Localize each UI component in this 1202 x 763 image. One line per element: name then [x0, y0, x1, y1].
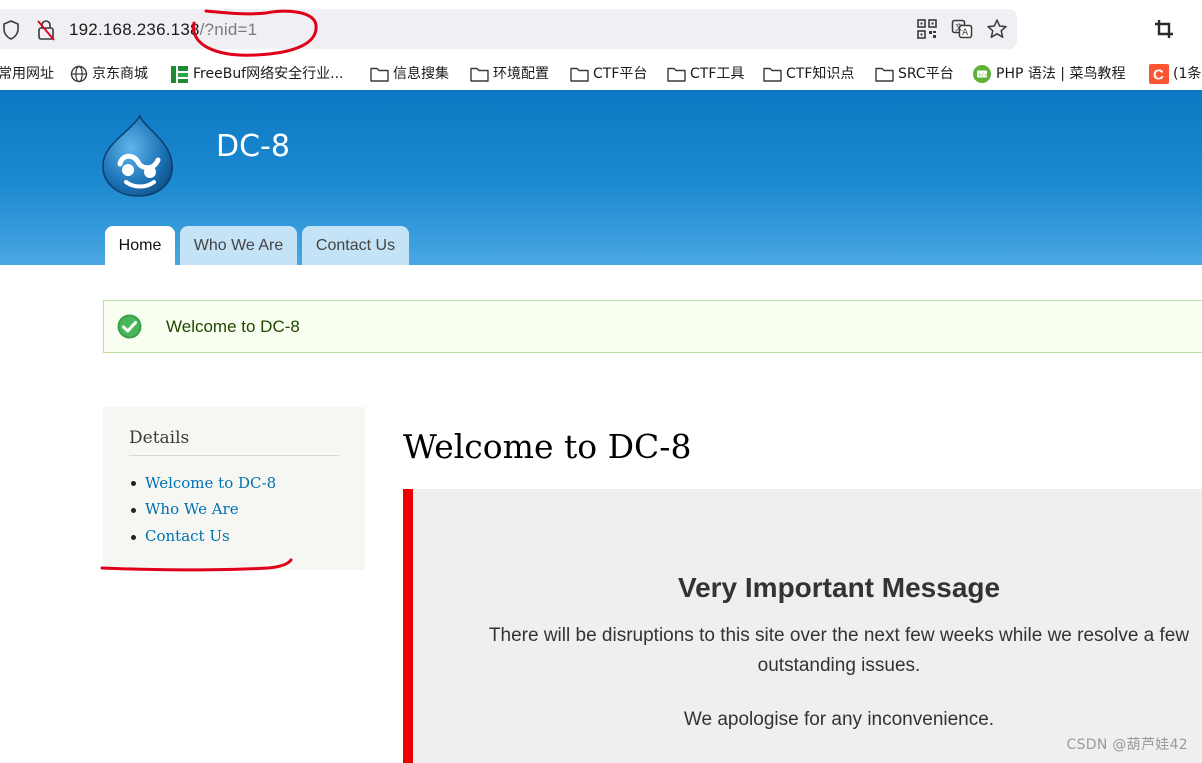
browser-toolbar: 192.168.236.138/?nid=1 文 A	[0, 0, 1202, 58]
bookmark-folder[interactable]: CTF平台	[570, 61, 647, 87]
url-path: /?nid=1	[199, 20, 258, 39]
watermark: CSDN @葫芦娃42	[1066, 737, 1188, 753]
folder-icon	[470, 67, 489, 82]
message-paragraph-line: outstanding issues.	[757, 655, 921, 676]
tab-contact-us[interactable]: Contact Us	[302, 226, 409, 265]
block-title: Details	[129, 426, 339, 456]
folder-icon	[570, 67, 589, 82]
bookmark-item[interactable]: </> PHP 语法 | 菜鸟教程	[972, 61, 1125, 87]
folder-icon	[763, 67, 782, 82]
bookmark-item[interactable]: 京东商城	[70, 61, 148, 87]
bookmark-folder[interactable]: CTF工具	[667, 61, 744, 87]
url-text[interactable]: 192.168.236.138/?nid=1	[69, 18, 257, 42]
translate-icon[interactable]: 文 A	[951, 18, 973, 40]
bookmark-star-icon[interactable]	[986, 18, 1008, 40]
list-bullet	[131, 481, 136, 486]
bookmarks-bar: 常用网址 京东商城 FreeBuf网络安全行业... 信息搜集 环境配置 CTF…	[0, 58, 1202, 90]
svg-text:A: A	[962, 28, 969, 38]
sidebar-link-welcome[interactable]: Welcome to DC-8	[145, 473, 276, 493]
message-paragraph-line: There will be disruptions to this site o…	[488, 625, 1190, 646]
folder-icon	[667, 67, 686, 82]
url-host: 192.168.236.138	[69, 20, 200, 39]
csdn-icon: C	[1149, 64, 1169, 84]
folder-icon	[875, 67, 894, 82]
freebuf-icon	[171, 65, 188, 83]
bookmark-item[interactable]: FreeBuf网络安全行业...	[170, 61, 343, 87]
list-bullet	[131, 508, 136, 513]
runoob-icon: </>	[973, 65, 991, 83]
shield-icon[interactable]	[2, 20, 20, 40]
check-circle-icon	[117, 314, 142, 339]
bookmark-folder[interactable]: 环境配置	[470, 61, 549, 87]
sidebar-link-who-we-are[interactable]: Who We Are	[145, 499, 239, 519]
svg-text:</>: </>	[978, 72, 987, 78]
globe-icon	[70, 65, 88, 83]
sidebar-link-contact-us[interactable]: Contact Us	[145, 526, 230, 546]
folder-icon	[370, 67, 389, 82]
page-title: Welcome to DC-8	[403, 427, 692, 466]
bookmark-item[interactable]: C (1条	[1149, 61, 1201, 87]
bookmark-item[interactable]: 常用网址	[0, 61, 54, 87]
status-message-text: Welcome to DC-8	[166, 317, 300, 336]
screenshot-crop-icon[interactable]	[1153, 18, 1175, 40]
bookmark-folder[interactable]: 信息搜集	[370, 61, 449, 87]
bookmark-folder[interactable]: CTF知识点	[763, 61, 854, 87]
site-name[interactable]: DC-8	[216, 127, 290, 167]
svg-text:C: C	[1153, 67, 1164, 84]
insecure-lock-icon[interactable]	[36, 19, 56, 41]
message-paragraph: We apologise for any inconvenience.	[683, 709, 995, 730]
drupal-logo-icon[interactable]	[100, 114, 176, 198]
bookmark-folder[interactable]: SRC平台	[875, 61, 954, 87]
tab-home[interactable]: Home	[105, 226, 175, 265]
qr-code-icon[interactable]	[916, 18, 938, 40]
tab-who-we-are[interactable]: Who We Are	[180, 226, 297, 265]
message-heading: Very Important Message	[677, 572, 1001, 603]
list-bullet	[131, 535, 136, 540]
